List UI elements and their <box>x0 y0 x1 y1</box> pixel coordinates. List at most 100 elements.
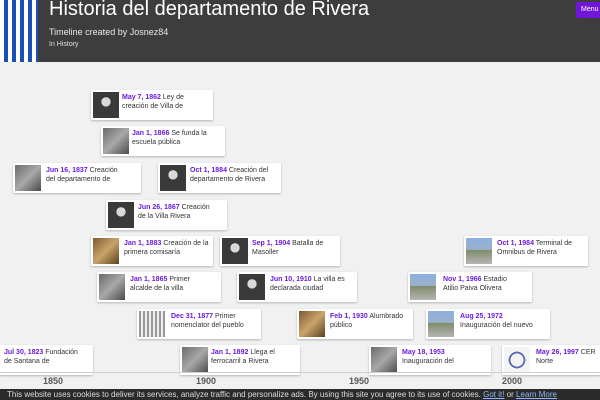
timeline-title: Historia del departamento de Rivera <box>49 0 370 20</box>
event-title-line2: escuela pública <box>132 139 181 146</box>
event-card[interactable]: Sep 1, 1904 Batalla de Masoller <box>220 236 340 266</box>
event-text: Jun 26, 1867 Creación de la Villa Rivera <box>138 203 210 221</box>
event-card[interactable]: May 26, 1997 CER Norte <box>502 345 600 375</box>
event-title-line2: del departamento de <box>46 176 111 183</box>
learn-more-link[interactable]: Learn More <box>516 390 557 399</box>
event-date: Jun 10, 1910 <box>270 276 312 283</box>
event-thumbnail <box>466 238 492 264</box>
event-card[interactable]: Nov 1, 1966 Estadio Atilio Paiva Olivera <box>408 272 532 302</box>
event-date: Oct 1, 1884 <box>190 167 227 174</box>
event-thumbnail <box>410 274 436 300</box>
event-date: Nov 1, 1966 <box>443 276 482 283</box>
event-title-line1: Fundación <box>45 349 78 356</box>
timeline-author[interactable]: Timeline created by Josnez84 <box>49 27 168 37</box>
got-it-link[interactable]: Got it! <box>483 390 504 399</box>
event-title-line2: nomenclator del pueblo <box>171 322 244 329</box>
event-card[interactable]: Oct 1, 1984 Terminal de Omnibus de River… <box>464 236 588 266</box>
event-card[interactable]: Jul 30, 1823 Fundación de Santana de <box>0 345 93 375</box>
event-date: Feb 1, 1930 <box>330 313 368 320</box>
event-text: May 7, 1862 Ley de creación de Villa de <box>122 93 184 111</box>
event-thumbnail <box>371 347 397 373</box>
event-thumbnail <box>504 347 530 373</box>
event-date: Jan 1, 1892 <box>211 349 249 356</box>
axis-tick-label: 1900 <box>195 376 217 386</box>
event-title-line2: Inauguración del <box>402 358 454 365</box>
event-title-line1: Se funda la <box>171 130 207 137</box>
event-text: Jan 1, 1892 Llega el ferrocarril a River… <box>211 348 275 366</box>
event-title-line2: Omnibus de Rivera <box>497 249 557 256</box>
event-date: Sep 1, 1904 <box>252 240 291 247</box>
event-card[interactable]: Jun 16, 1837 Creación del departamento d… <box>13 163 141 193</box>
event-text: Jan 1, 1883 Creación de la primera comis… <box>124 239 208 257</box>
event-card[interactable]: Jan 1, 1892 Llega el ferrocarril a River… <box>180 345 300 375</box>
event-date: Oct 1, 1984 <box>497 240 534 247</box>
event-card[interactable]: Jun 26, 1867 Creación de la Villa Rivera <box>106 200 227 230</box>
event-title-line1: Creación <box>181 204 210 211</box>
event-title-line2: primera comisaría <box>124 249 181 256</box>
event-thumbnail <box>222 238 248 264</box>
event-title-line1: Primer <box>169 276 190 283</box>
event-thumbnail <box>239 274 265 300</box>
event-title-line2: Inauguración del nuevo <box>460 322 533 329</box>
event-text: Jul 30, 1823 Fundación de Santana de <box>4 348 78 366</box>
timeline-category[interactable]: In History <box>49 41 79 48</box>
event-title-line1: Primer <box>215 313 236 320</box>
event-title-line2: alcalde de la villa <box>130 285 184 292</box>
event-card[interactable]: Feb 1, 1930 Alumbrado público <box>297 309 413 339</box>
event-date: May 7, 1862 <box>122 94 161 101</box>
event-card[interactable]: Jan 1, 1883 Creación de la primera comis… <box>91 236 213 266</box>
event-thumbnail <box>99 274 125 300</box>
event-card[interactable]: Dec 31, 1877 Primer nomenclator del pueb… <box>137 309 261 339</box>
event-title-line1: Ley de <box>162 94 184 101</box>
event-card[interactable]: Jan 1, 1865 Primer alcalde de la villa <box>97 272 221 302</box>
event-title-line2: departamento de Rivera <box>190 176 266 183</box>
event-date: May 18, 1953 <box>402 349 445 356</box>
event-date: Jan 1, 1866 <box>132 130 170 137</box>
event-title-line1: La villa es <box>313 276 345 283</box>
event-text: Aug 25, 1972 Inauguración del nuevo <box>460 312 533 330</box>
event-thumbnail <box>299 311 325 337</box>
event-text: Nov 1, 1966 Estadio Atilio Paiva Olivera <box>443 275 507 293</box>
event-thumbnail <box>103 128 129 154</box>
event-date: Jun 26, 1867 <box>138 204 180 211</box>
event-title-line1: Alumbrado <box>369 313 404 320</box>
event-text: Oct 1, 1984 Terminal de Omnibus de River… <box>497 239 572 257</box>
event-title-line1: Llega el <box>250 349 275 356</box>
event-card[interactable]: Jan 1, 1866 Se funda la escuela pública <box>101 126 225 156</box>
event-title-line1: Batalla de <box>292 240 324 247</box>
event-text: Oct 1, 1884 Creación del departamento de… <box>190 166 268 184</box>
event-text: May 18, 1953 Inauguración del <box>402 348 454 366</box>
event-title-line2: ferrocarril a Rivera <box>211 358 269 365</box>
event-thumbnail <box>15 165 41 191</box>
event-title-line1: Creación de la <box>163 240 209 247</box>
menu-button[interactable]: Menu <box>576 2 600 18</box>
axis-tick-label: 2000 <box>501 376 523 386</box>
event-text: May 26, 1997 CER Norte <box>536 348 596 366</box>
event-thumbnail <box>139 311 165 337</box>
event-title-line2: creación de Villa de <box>122 103 183 110</box>
event-card[interactable]: Jun 10, 1910 La villa es declarada ciuda… <box>237 272 357 302</box>
event-thumbnail <box>182 347 208 373</box>
cookie-text: This website uses cookies to deliver its… <box>7 390 481 399</box>
timeline-axis <box>0 372 600 373</box>
event-title-line1: Creación del <box>228 167 269 174</box>
axis-tick-label: 1850 <box>42 376 64 386</box>
event-date: Aug 25, 1972 <box>460 313 503 320</box>
event-date: May 26, 1997 <box>536 349 579 356</box>
event-text: Jan 1, 1865 Primer alcalde de la villa <box>130 275 190 293</box>
event-card[interactable]: Oct 1, 1884 Creación del departamento de… <box>158 163 281 193</box>
event-thumbnail <box>93 238 119 264</box>
event-card[interactable]: May 18, 1953 Inauguración del <box>369 345 491 375</box>
event-text: Jun 16, 1837 Creación del departamento d… <box>46 166 118 184</box>
event-text: Jan 1, 1866 Se funda la escuela pública <box>132 129 207 147</box>
axis-tick-label: 1950 <box>348 376 370 386</box>
event-date: Dec 31, 1877 <box>171 313 214 320</box>
rivera-flag-image <box>0 0 38 62</box>
event-thumbnail <box>160 165 186 191</box>
event-title-line1: Estadio <box>483 276 507 283</box>
event-card[interactable]: Aug 25, 1972 Inauguración del nuevo <box>426 309 550 339</box>
event-text: Dec 31, 1877 Primer nomenclator del pueb… <box>171 312 244 330</box>
event-card[interactable]: May 7, 1862 Ley de creación de Villa de <box>91 90 213 120</box>
event-date: Jan 1, 1883 <box>124 240 162 247</box>
timeline-page: Historia del departamento de Rivera Time… <box>0 0 600 400</box>
